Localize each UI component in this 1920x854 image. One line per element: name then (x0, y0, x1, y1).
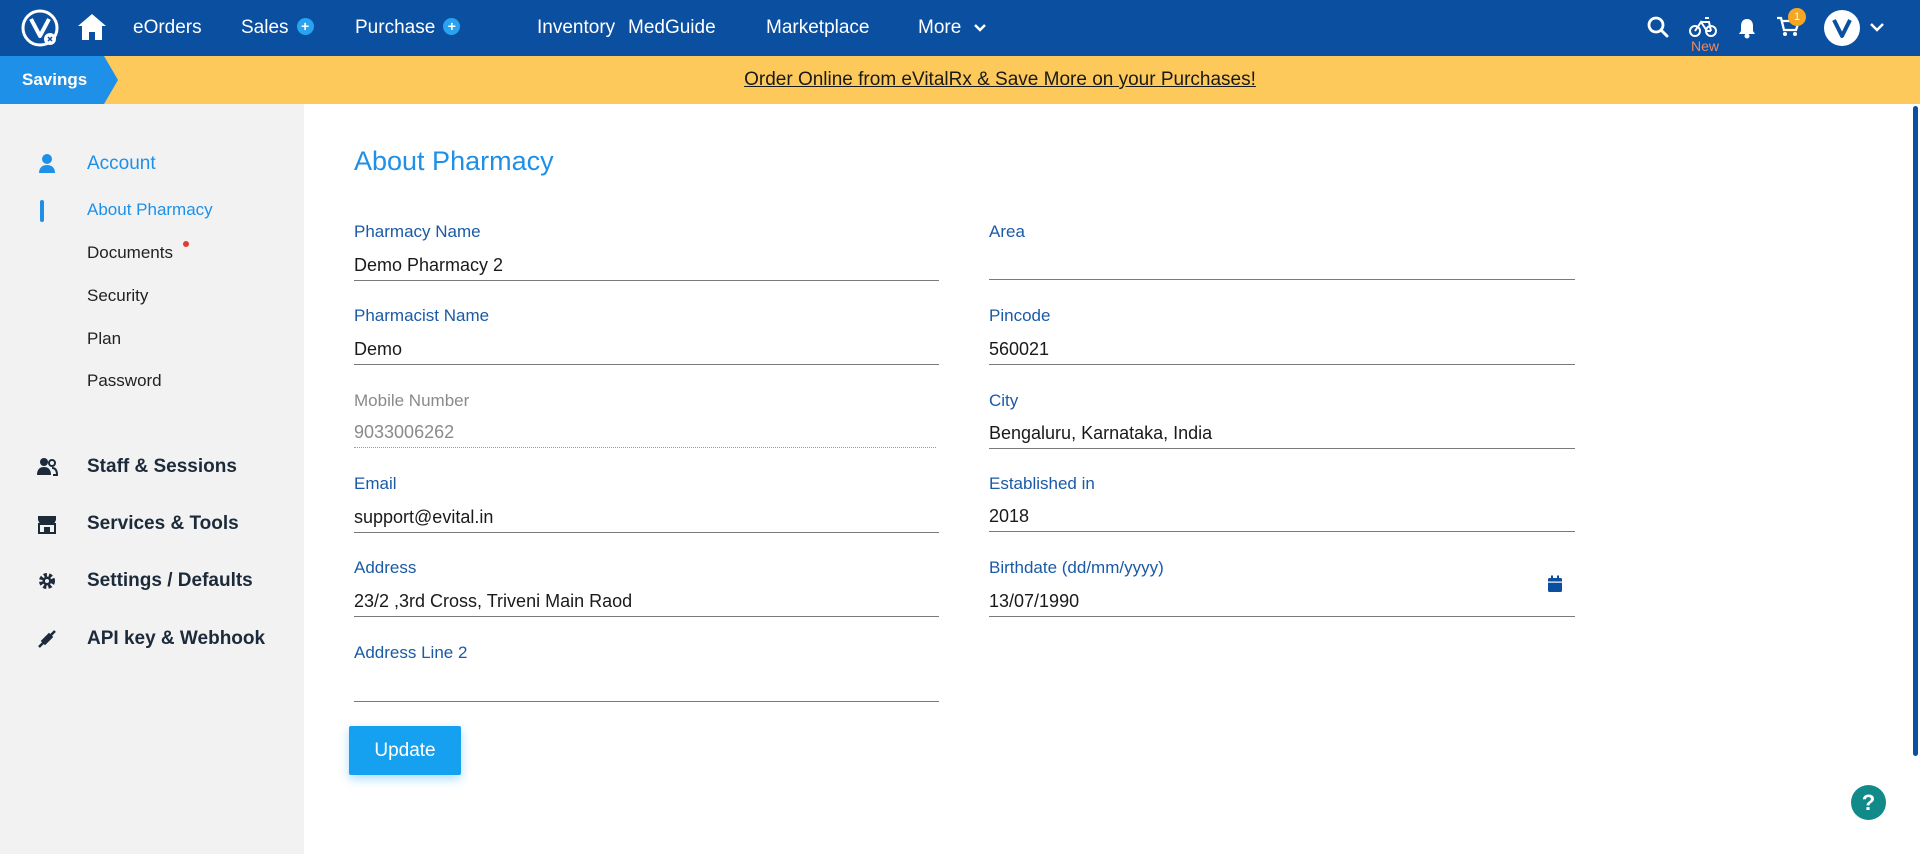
sidebar-sub-password[interactable]: Password (87, 371, 162, 391)
sidebar-item-settings[interactable]: Settings / Defaults (36, 566, 253, 596)
mobile-number-input (354, 418, 936, 448)
email-label: Email (354, 474, 397, 493)
nav-sales[interactable]: Sales + (241, 0, 314, 56)
new-label: New (1691, 38, 1720, 54)
user-icon (39, 154, 55, 173)
help-button[interactable]: ? (1851, 785, 1886, 820)
scrollbar-thumb[interactable] (1913, 106, 1918, 756)
sidebar-item-staff[interactable]: Staff & Sessions (36, 452, 237, 482)
plus-icon[interactable]: + (296, 18, 314, 36)
bike-icon[interactable] (1689, 14, 1717, 38)
birthdate-label: Birthdate (dd/mm/yyyy) (989, 558, 1164, 577)
calendar-icon[interactable] (1547, 575, 1563, 593)
address-label: Address (354, 558, 417, 577)
users-icon (37, 458, 58, 476)
pincode-label: Pincode (989, 306, 1051, 325)
mobile-number-label: Mobile Number (354, 391, 470, 410)
pincode-input[interactable] (989, 335, 1575, 365)
pharmacist-name-label: Pharmacist Name (354, 306, 490, 325)
top-navbar: eOrders Sales + Purchase + Inventory MedGu… (0, 0, 1920, 56)
sidebar-item-api[interactable]: API key & Webhook (36, 624, 265, 654)
search-icon[interactable] (1647, 16, 1669, 38)
banner-link[interactable]: Order Online from eVitalRx & Save More o… (0, 56, 1920, 104)
chevron-down-icon[interactable] (1869, 22, 1885, 34)
sidebar-sub-security[interactable]: Security (87, 286, 148, 306)
logo-icon[interactable] (20, 8, 60, 48)
address-line2-input[interactable] (354, 672, 939, 702)
sidebar-item-services[interactable]: Services & Tools (36, 509, 239, 539)
sidebar-sub-plan[interactable]: Plan (87, 329, 121, 349)
avatar[interactable] (1824, 10, 1860, 46)
birthdate-input[interactable] (989, 587, 1575, 617)
active-indicator (40, 200, 44, 222)
nav-marketplace[interactable]: Marketplace (766, 0, 870, 56)
plus-icon[interactable]: + (443, 18, 461, 36)
gear-icon (39, 573, 55, 589)
savings-banner: Order Online from eVitalRx & Save More o… (0, 56, 1920, 104)
city-label: City (989, 391, 1019, 410)
bell-icon[interactable] (1738, 17, 1756, 39)
savings-tag: Savings (0, 56, 118, 104)
pharmacy-name-input[interactable] (354, 251, 939, 281)
sidebar-sub-about-pharmacy[interactable]: About Pharmacy (87, 200, 213, 220)
nav-inventory[interactable]: Inventory (537, 0, 615, 56)
notification-dot (183, 241, 189, 247)
sidebar-item-account[interactable]: Account (36, 149, 156, 179)
home-icon[interactable] (76, 12, 108, 42)
nav-more[interactable]: More (918, 0, 987, 56)
established-label: Established in (989, 474, 1095, 493)
sidebar-sub-documents[interactable]: Documents (87, 243, 173, 263)
cart-count-badge: 1 (1788, 8, 1806, 26)
established-input[interactable] (989, 502, 1575, 532)
address-input[interactable] (354, 587, 939, 617)
update-button[interactable]: Update (349, 726, 461, 775)
email-input[interactable] (354, 503, 939, 533)
nav-medguide[interactable]: MedGuide (628, 0, 716, 56)
area-input[interactable] (989, 250, 1575, 280)
pharmacist-name-input[interactable] (354, 335, 939, 365)
user-logo-icon (1832, 19, 1852, 38)
nav-eorders[interactable]: eOrders (133, 0, 202, 56)
plug-icon (38, 630, 56, 648)
store-icon (38, 516, 56, 534)
chevron-down-icon (973, 24, 986, 32)
city-input[interactable] (989, 419, 1575, 449)
address-line2-label: Address Line 2 (354, 643, 468, 662)
pharmacy-name-label: Pharmacy Name (354, 222, 481, 241)
nav-purchase[interactable]: Purchase + (355, 0, 461, 56)
page-title: About Pharmacy (354, 146, 554, 176)
area-label: Area (989, 222, 1025, 241)
